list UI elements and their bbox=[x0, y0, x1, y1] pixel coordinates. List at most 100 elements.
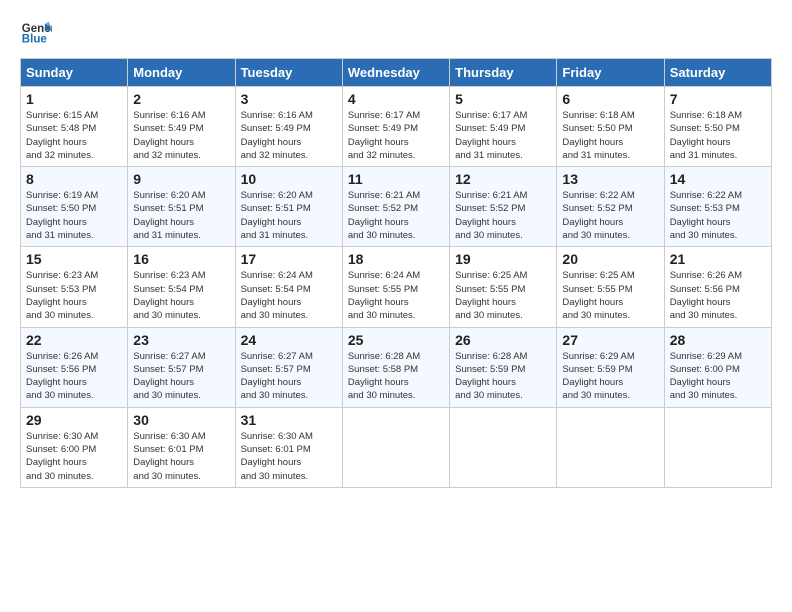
day-info: Sunrise: 6:22 AM Sunset: 5:52 PM Dayligh… bbox=[562, 189, 658, 242]
calendar-day-cell: 8 Sunrise: 6:19 AM Sunset: 5:50 PM Dayli… bbox=[21, 167, 128, 247]
day-info: Sunrise: 6:30 AM Sunset: 6:00 PM Dayligh… bbox=[26, 430, 122, 483]
day-number: 24 bbox=[241, 332, 337, 348]
day-number: 5 bbox=[455, 91, 551, 107]
calendar-day-cell: 23 Sunrise: 6:27 AM Sunset: 5:57 PM Dayl… bbox=[128, 327, 235, 407]
day-info: Sunrise: 6:30 AM Sunset: 6:01 PM Dayligh… bbox=[241, 430, 337, 483]
day-info: Sunrise: 6:24 AM Sunset: 5:54 PM Dayligh… bbox=[241, 269, 337, 322]
calendar-day-cell: 20 Sunrise: 6:25 AM Sunset: 5:55 PM Dayl… bbox=[557, 247, 664, 327]
day-number: 25 bbox=[348, 332, 444, 348]
calendar-day-cell bbox=[664, 407, 771, 487]
calendar-day-cell: 29 Sunrise: 6:30 AM Sunset: 6:00 PM Dayl… bbox=[21, 407, 128, 487]
calendar-day-cell: 5 Sunrise: 6:17 AM Sunset: 5:49 PM Dayli… bbox=[450, 87, 557, 167]
day-info: Sunrise: 6:17 AM Sunset: 5:49 PM Dayligh… bbox=[348, 109, 444, 162]
calendar-day-cell: 16 Sunrise: 6:23 AM Sunset: 5:54 PM Dayl… bbox=[128, 247, 235, 327]
day-info: Sunrise: 6:25 AM Sunset: 5:55 PM Dayligh… bbox=[455, 269, 551, 322]
svg-text:Blue: Blue bbox=[22, 34, 48, 46]
day-number: 3 bbox=[241, 91, 337, 107]
calendar-body: 1 Sunrise: 6:15 AM Sunset: 5:48 PM Dayli… bbox=[21, 87, 772, 488]
day-info: Sunrise: 6:27 AM Sunset: 5:57 PM Dayligh… bbox=[133, 350, 229, 403]
day-info: Sunrise: 6:16 AM Sunset: 5:49 PM Dayligh… bbox=[133, 109, 229, 162]
day-number: 6 bbox=[562, 91, 658, 107]
calendar-day-cell bbox=[557, 407, 664, 487]
day-info: Sunrise: 6:17 AM Sunset: 5:49 PM Dayligh… bbox=[455, 109, 551, 162]
weekday-header-row: SundayMondayTuesdayWednesdayThursdayFrid… bbox=[21, 59, 772, 87]
day-info: Sunrise: 6:30 AM Sunset: 6:01 PM Dayligh… bbox=[133, 430, 229, 483]
day-number: 28 bbox=[670, 332, 766, 348]
calendar-week-row: 1 Sunrise: 6:15 AM Sunset: 5:48 PM Dayli… bbox=[21, 87, 772, 167]
day-info: Sunrise: 6:23 AM Sunset: 5:54 PM Dayligh… bbox=[133, 269, 229, 322]
calendar-day-cell: 19 Sunrise: 6:25 AM Sunset: 5:55 PM Dayl… bbox=[450, 247, 557, 327]
logo: General Blue bbox=[20, 16, 52, 48]
day-number: 7 bbox=[670, 91, 766, 107]
calendar-day-cell: 14 Sunrise: 6:22 AM Sunset: 5:53 PM Dayl… bbox=[664, 167, 771, 247]
day-info: Sunrise: 6:28 AM Sunset: 5:58 PM Dayligh… bbox=[348, 350, 444, 403]
calendar-day-cell: 6 Sunrise: 6:18 AM Sunset: 5:50 PM Dayli… bbox=[557, 87, 664, 167]
day-number: 22 bbox=[26, 332, 122, 348]
day-info: Sunrise: 6:25 AM Sunset: 5:55 PM Dayligh… bbox=[562, 269, 658, 322]
calendar-day-cell: 4 Sunrise: 6:17 AM Sunset: 5:49 PM Dayli… bbox=[342, 87, 449, 167]
day-info: Sunrise: 6:21 AM Sunset: 5:52 PM Dayligh… bbox=[455, 189, 551, 242]
day-info: Sunrise: 6:26 AM Sunset: 5:56 PM Dayligh… bbox=[670, 269, 766, 322]
calendar-day-cell: 24 Sunrise: 6:27 AM Sunset: 5:57 PM Dayl… bbox=[235, 327, 342, 407]
day-number: 20 bbox=[562, 251, 658, 267]
day-number: 31 bbox=[241, 412, 337, 428]
day-info: Sunrise: 6:27 AM Sunset: 5:57 PM Dayligh… bbox=[241, 350, 337, 403]
day-info: Sunrise: 6:19 AM Sunset: 5:50 PM Dayligh… bbox=[26, 189, 122, 242]
day-number: 30 bbox=[133, 412, 229, 428]
weekday-header-cell: Thursday bbox=[450, 59, 557, 87]
weekday-header-cell: Saturday bbox=[664, 59, 771, 87]
weekday-header-cell: Monday bbox=[128, 59, 235, 87]
day-info: Sunrise: 6:26 AM Sunset: 5:56 PM Dayligh… bbox=[26, 350, 122, 403]
calendar-day-cell: 12 Sunrise: 6:21 AM Sunset: 5:52 PM Dayl… bbox=[450, 167, 557, 247]
calendar-day-cell: 9 Sunrise: 6:20 AM Sunset: 5:51 PM Dayli… bbox=[128, 167, 235, 247]
weekday-header-cell: Tuesday bbox=[235, 59, 342, 87]
day-info: Sunrise: 6:20 AM Sunset: 5:51 PM Dayligh… bbox=[133, 189, 229, 242]
day-number: 29 bbox=[26, 412, 122, 428]
day-info: Sunrise: 6:18 AM Sunset: 5:50 PM Dayligh… bbox=[562, 109, 658, 162]
day-number: 8 bbox=[26, 171, 122, 187]
day-info: Sunrise: 6:21 AM Sunset: 5:52 PM Dayligh… bbox=[348, 189, 444, 242]
calendar-day-cell: 26 Sunrise: 6:28 AM Sunset: 5:59 PM Dayl… bbox=[450, 327, 557, 407]
day-info: Sunrise: 6:22 AM Sunset: 5:53 PM Dayligh… bbox=[670, 189, 766, 242]
day-number: 11 bbox=[348, 171, 444, 187]
calendar-day-cell bbox=[450, 407, 557, 487]
weekday-header-cell: Sunday bbox=[21, 59, 128, 87]
calendar-table: SundayMondayTuesdayWednesdayThursdayFrid… bbox=[20, 58, 772, 488]
day-number: 4 bbox=[348, 91, 444, 107]
calendar-day-cell: 13 Sunrise: 6:22 AM Sunset: 5:52 PM Dayl… bbox=[557, 167, 664, 247]
day-info: Sunrise: 6:28 AM Sunset: 5:59 PM Dayligh… bbox=[455, 350, 551, 403]
day-number: 17 bbox=[241, 251, 337, 267]
calendar-day-cell: 25 Sunrise: 6:28 AM Sunset: 5:58 PM Dayl… bbox=[342, 327, 449, 407]
calendar-week-row: 15 Sunrise: 6:23 AM Sunset: 5:53 PM Dayl… bbox=[21, 247, 772, 327]
day-info: Sunrise: 6:16 AM Sunset: 5:49 PM Dayligh… bbox=[241, 109, 337, 162]
day-number: 14 bbox=[670, 171, 766, 187]
day-number: 21 bbox=[670, 251, 766, 267]
day-number: 9 bbox=[133, 171, 229, 187]
calendar-day-cell: 21 Sunrise: 6:26 AM Sunset: 5:56 PM Dayl… bbox=[664, 247, 771, 327]
calendar-week-row: 29 Sunrise: 6:30 AM Sunset: 6:00 PM Dayl… bbox=[21, 407, 772, 487]
day-number: 12 bbox=[455, 171, 551, 187]
calendar-day-cell: 10 Sunrise: 6:20 AM Sunset: 5:51 PM Dayl… bbox=[235, 167, 342, 247]
calendar-day-cell: 18 Sunrise: 6:24 AM Sunset: 5:55 PM Dayl… bbox=[342, 247, 449, 327]
day-info: Sunrise: 6:29 AM Sunset: 6:00 PM Dayligh… bbox=[670, 350, 766, 403]
weekday-header-cell: Friday bbox=[557, 59, 664, 87]
calendar-day-cell: 1 Sunrise: 6:15 AM Sunset: 5:48 PM Dayli… bbox=[21, 87, 128, 167]
calendar-day-cell bbox=[342, 407, 449, 487]
calendar-day-cell: 11 Sunrise: 6:21 AM Sunset: 5:52 PM Dayl… bbox=[342, 167, 449, 247]
calendar-day-cell: 27 Sunrise: 6:29 AM Sunset: 5:59 PM Dayl… bbox=[557, 327, 664, 407]
calendar-day-cell: 30 Sunrise: 6:30 AM Sunset: 6:01 PM Dayl… bbox=[128, 407, 235, 487]
calendar-day-cell: 17 Sunrise: 6:24 AM Sunset: 5:54 PM Dayl… bbox=[235, 247, 342, 327]
header: General Blue bbox=[20, 16, 772, 48]
day-number: 16 bbox=[133, 251, 229, 267]
day-number: 2 bbox=[133, 91, 229, 107]
day-number: 26 bbox=[455, 332, 551, 348]
calendar-day-cell: 2 Sunrise: 6:16 AM Sunset: 5:49 PM Dayli… bbox=[128, 87, 235, 167]
day-number: 23 bbox=[133, 332, 229, 348]
day-number: 13 bbox=[562, 171, 658, 187]
calendar-week-row: 22 Sunrise: 6:26 AM Sunset: 5:56 PM Dayl… bbox=[21, 327, 772, 407]
calendar-day-cell: 22 Sunrise: 6:26 AM Sunset: 5:56 PM Dayl… bbox=[21, 327, 128, 407]
calendar-day-cell: 31 Sunrise: 6:30 AM Sunset: 6:01 PM Dayl… bbox=[235, 407, 342, 487]
day-number: 19 bbox=[455, 251, 551, 267]
day-info: Sunrise: 6:20 AM Sunset: 5:51 PM Dayligh… bbox=[241, 189, 337, 242]
day-info: Sunrise: 6:15 AM Sunset: 5:48 PM Dayligh… bbox=[26, 109, 122, 162]
